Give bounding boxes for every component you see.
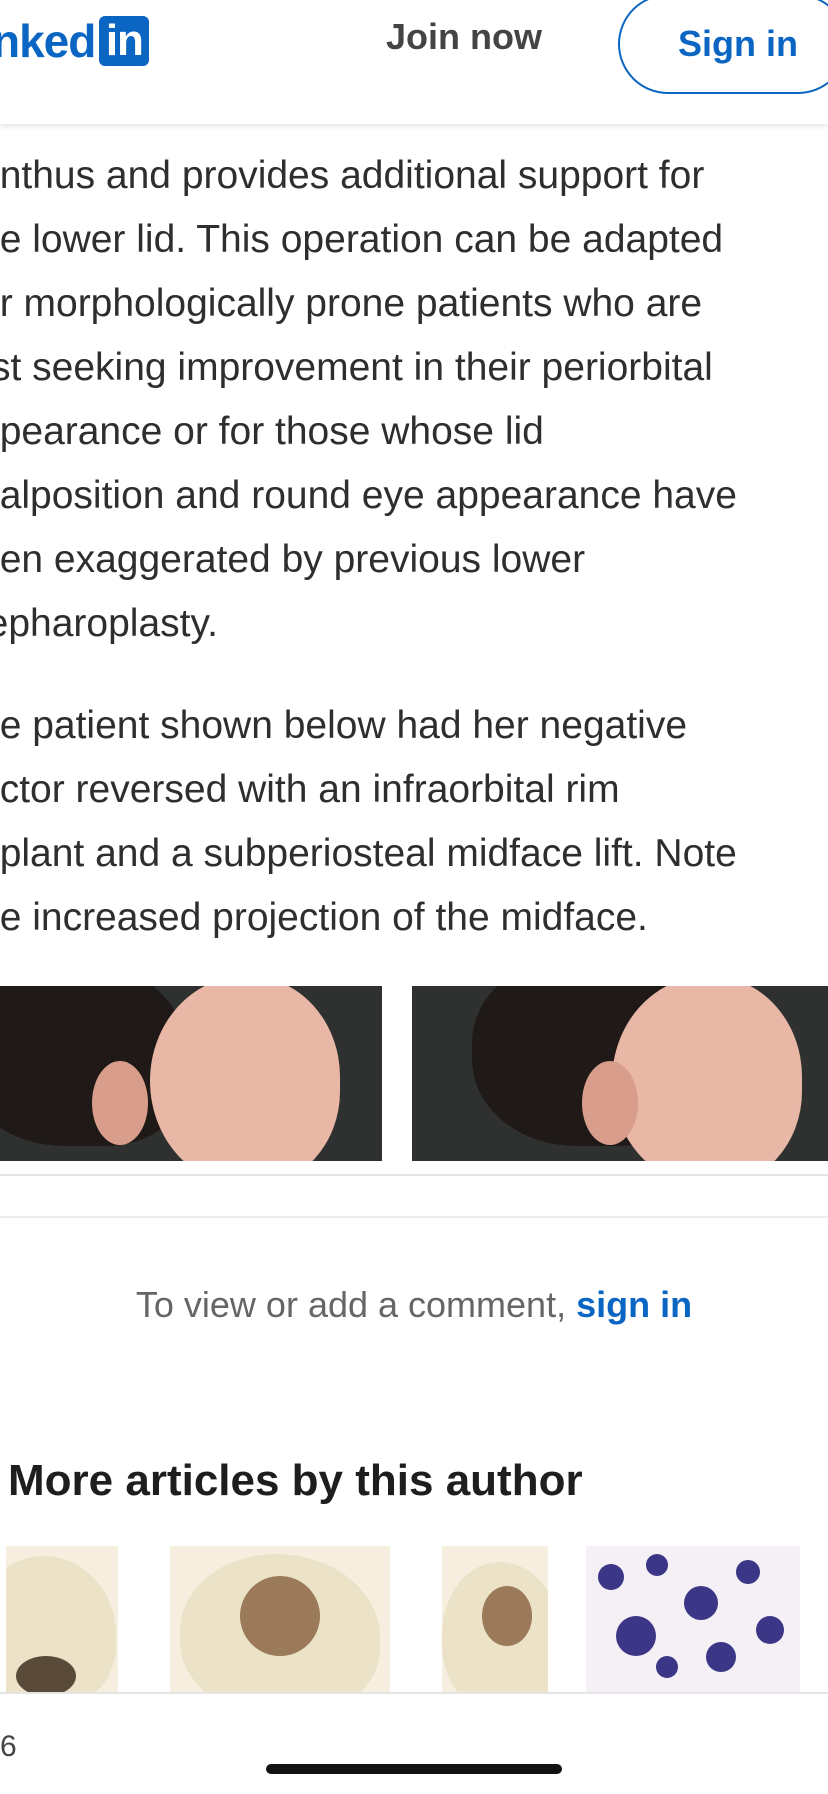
before-photo[interactable] xyxy=(0,986,382,1161)
article-thumbnail[interactable] xyxy=(6,1546,118,1692)
after-photo[interactable] xyxy=(412,986,828,1161)
top-nav-bar: nked in Join now Sign in xyxy=(0,0,828,124)
sign-in-button[interactable]: Sign in xyxy=(618,0,828,94)
page-number-fragment: 6 xyxy=(0,1730,17,1763)
article-paragraph: he patient shown below had her negative … xyxy=(0,704,737,939)
divider xyxy=(0,1174,828,1176)
comment-prompt: To view or add a comment, sign in xyxy=(0,1284,828,1326)
comment-sign-in-link[interactable]: sign in xyxy=(576,1284,692,1325)
bottom-bar xyxy=(0,1692,828,1794)
logo-in-badge: in xyxy=(99,16,150,66)
patient-photos xyxy=(0,986,828,1161)
linkedin-logo[interactable]: nked in xyxy=(0,14,150,68)
article-paragraph: anthus and provides additional support f… xyxy=(0,154,737,645)
article-body: anthus and provides additional support f… xyxy=(0,144,828,988)
article-thumbnail[interactable] xyxy=(442,1546,548,1692)
more-articles-carousel xyxy=(0,1546,828,1692)
comment-prompt-text: To view or add a comment, xyxy=(135,1284,577,1325)
join-now-link[interactable]: Join now xyxy=(386,16,542,58)
home-indicator[interactable] xyxy=(266,1764,562,1774)
article-thumbnail[interactable] xyxy=(586,1546,800,1692)
sign-in-button-label: Sign in xyxy=(678,23,798,64)
article-thumbnail[interactable] xyxy=(170,1546,390,1692)
logo-wordmark: nked xyxy=(0,15,96,67)
more-articles-heading: More articles by this author xyxy=(8,1456,583,1505)
divider xyxy=(0,1216,828,1218)
